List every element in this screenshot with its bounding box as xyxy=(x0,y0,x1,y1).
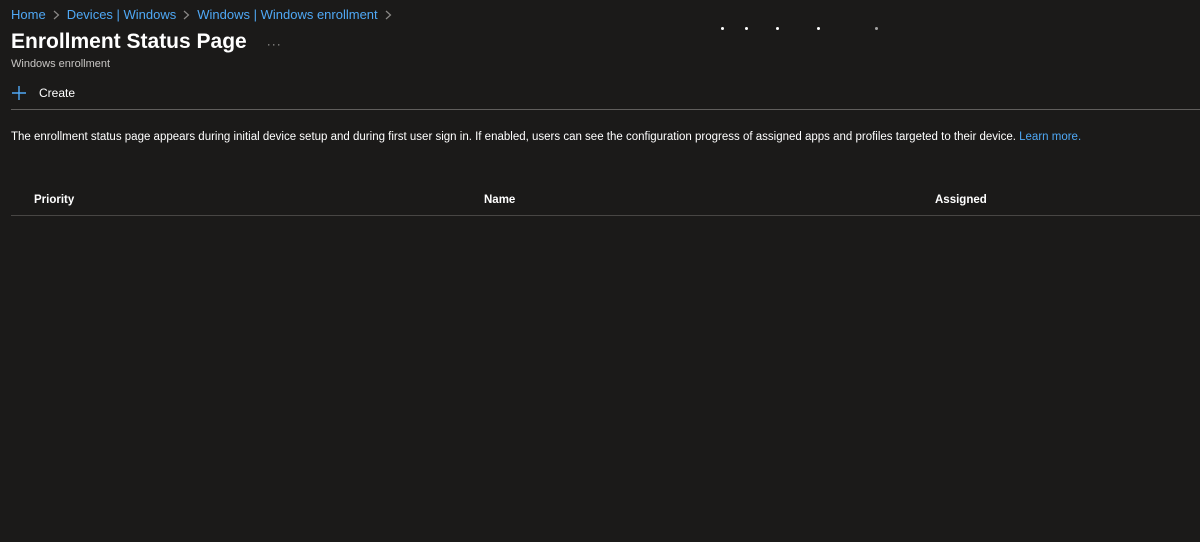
breadcrumb-devices-windows[interactable]: Devices | Windows xyxy=(67,6,177,24)
chevron-right-icon xyxy=(53,10,60,20)
loading-dot xyxy=(776,27,779,30)
column-header-name[interactable]: Name xyxy=(484,194,515,206)
create-button[interactable]: Create xyxy=(11,85,75,101)
page-description: The enrollment status page appears durin… xyxy=(11,131,1191,143)
more-options-button[interactable]: ··· xyxy=(267,33,282,51)
chevron-right-icon xyxy=(183,10,190,20)
loading-dot xyxy=(721,27,724,30)
page-subtitle: Windows enrollment xyxy=(11,58,111,70)
create-label: Create xyxy=(39,86,76,100)
loading-dot xyxy=(875,27,878,30)
chevron-right-icon xyxy=(385,10,392,20)
column-header-priority[interactable]: Priority xyxy=(34,194,74,206)
description-text: The enrollment status page appears durin… xyxy=(11,131,1020,143)
plus-icon xyxy=(12,86,26,100)
table-header-divider xyxy=(11,215,1200,216)
command-bar-divider xyxy=(11,109,1200,110)
learn-more-link[interactable]: Learn more. xyxy=(1019,131,1081,143)
column-header-assigned[interactable]: Assigned xyxy=(935,194,987,206)
breadcrumb-home[interactable]: Home xyxy=(11,6,46,24)
loading-dot xyxy=(817,27,820,30)
page-title: Enrollment Status Page xyxy=(11,30,247,53)
title-row: Enrollment Status Page ··· xyxy=(11,30,282,54)
breadcrumb-windows-enrollment[interactable]: Windows | Windows enrollment xyxy=(197,6,377,24)
enrollment-status-page: Home Devices | Windows Windows | Windows… xyxy=(0,0,1200,542)
loading-dot xyxy=(745,27,748,30)
breadcrumb: Home Devices | Windows Windows | Windows… xyxy=(11,6,399,24)
